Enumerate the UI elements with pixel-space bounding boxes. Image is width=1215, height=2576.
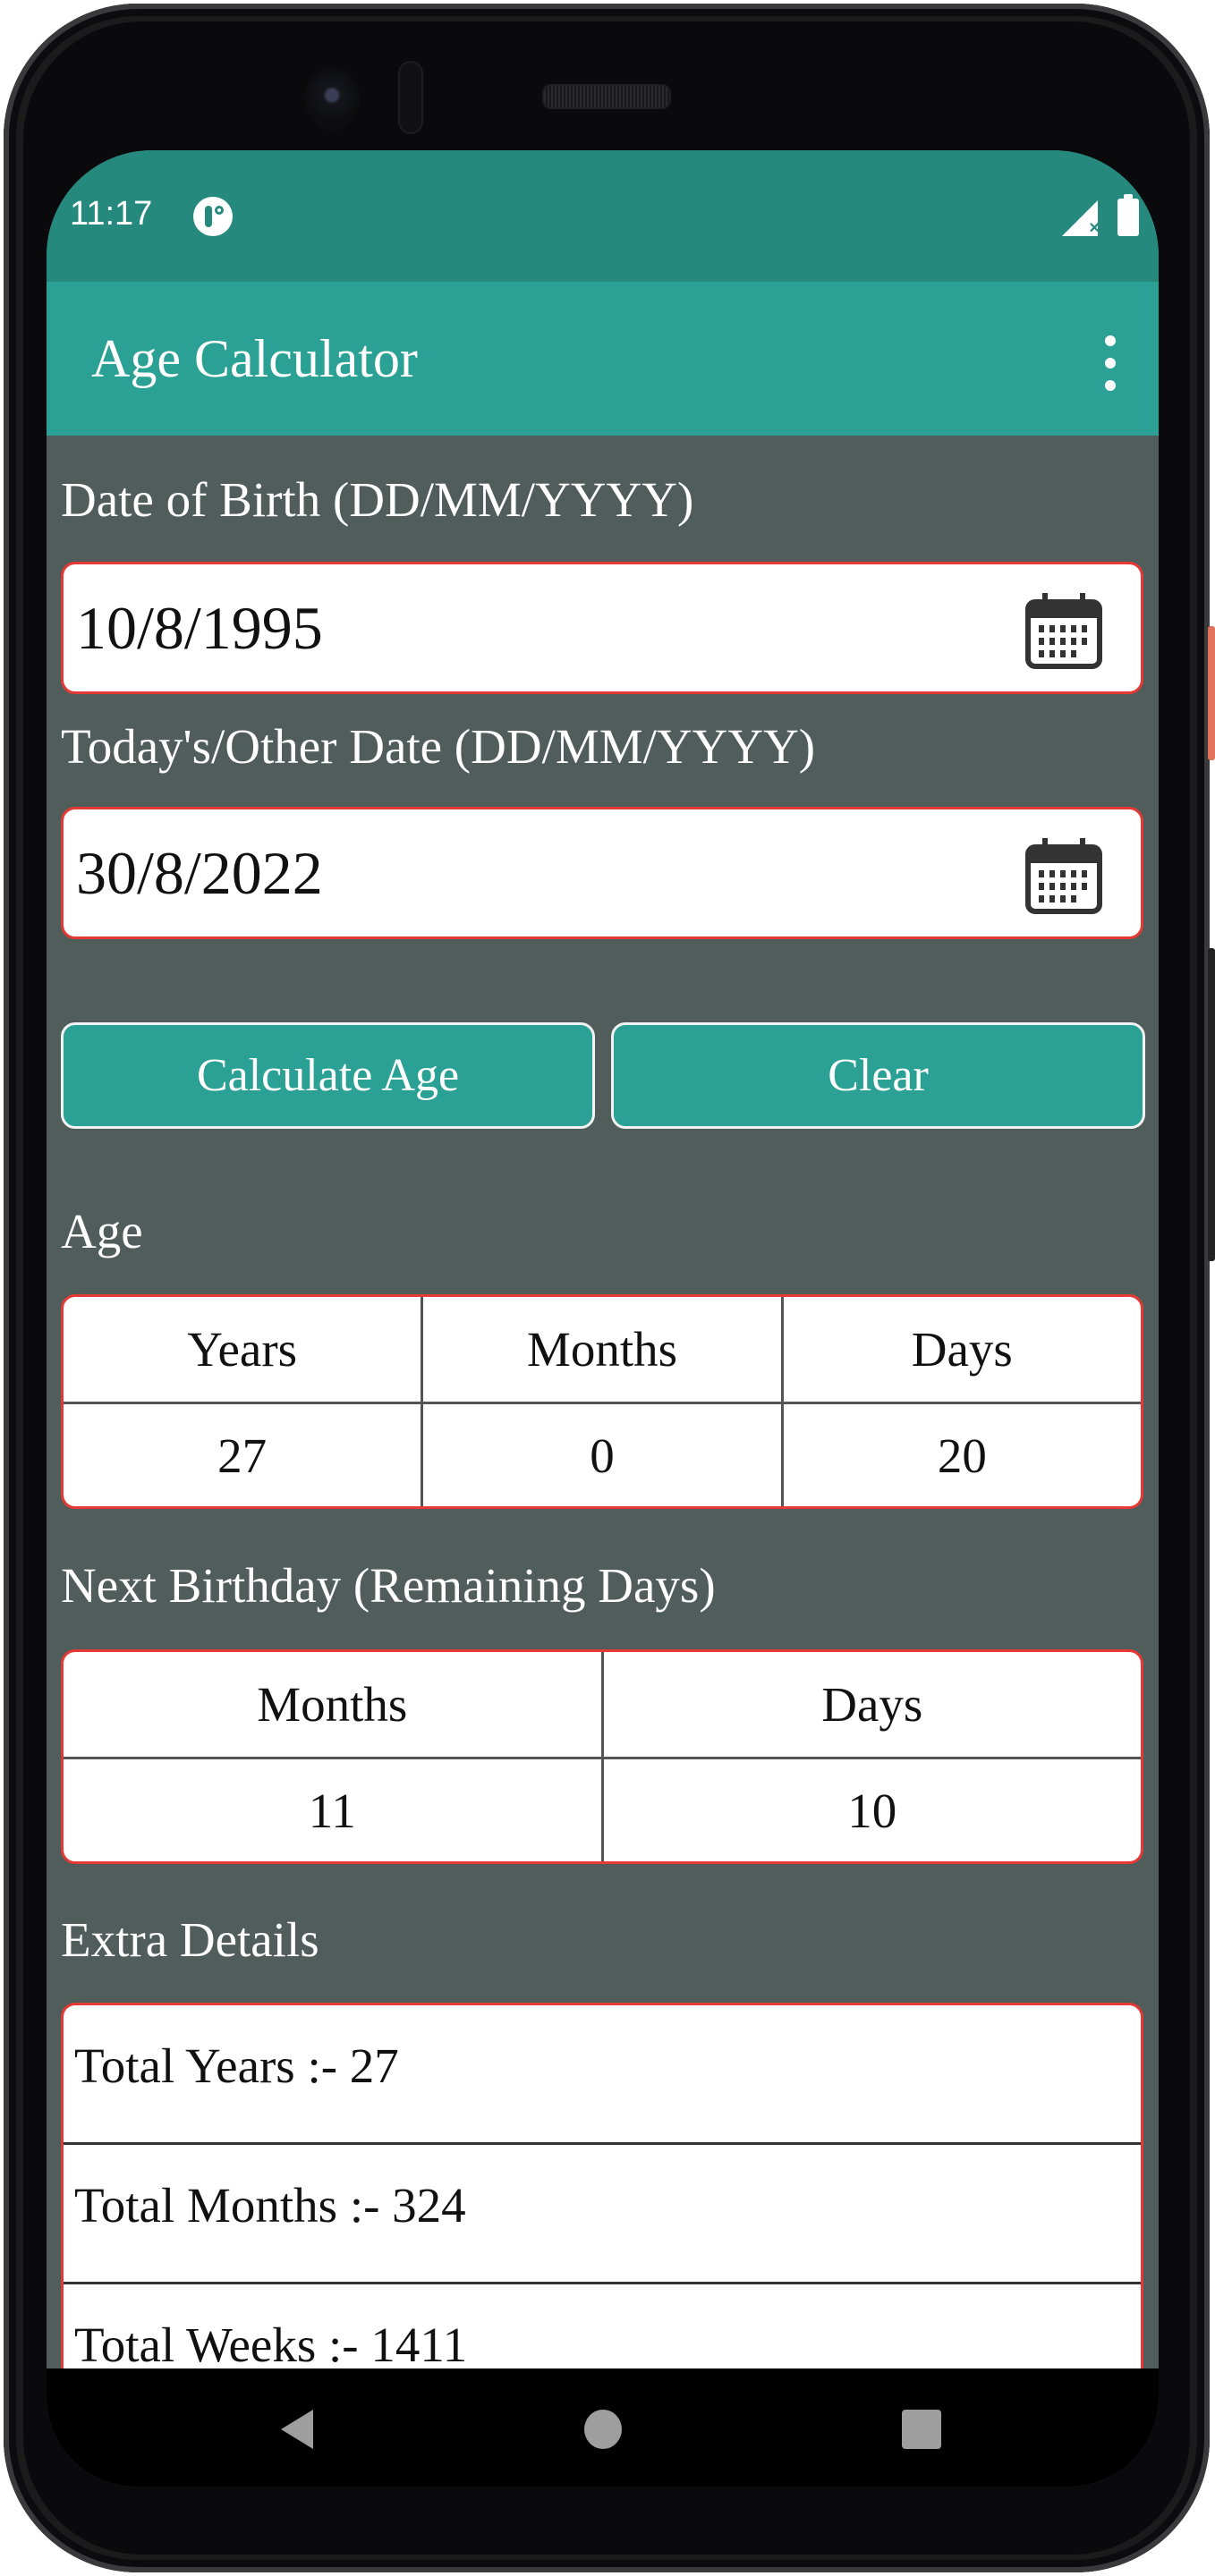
age-section-title: Age	[61, 1204, 143, 1258]
next-birthday-months-value: 11	[64, 1759, 604, 1861]
status-bar: 11:17 ×	[47, 150, 1159, 282]
next-birthday-header-row: Months Days	[64, 1652, 1141, 1757]
recents-icon[interactable]	[902, 2410, 941, 2449]
age-header-days: Days	[911, 1322, 1013, 1377]
age-days-value: 20	[937, 1428, 987, 1483]
dob-input[interactable]: 10/8/1995	[61, 562, 1143, 694]
app-bar: Age Calculator	[47, 282, 1159, 436]
app-title: Age Calculator	[91, 329, 418, 388]
next-birthday-title: Next Birthday (Remaining Days)	[61, 1558, 716, 1613]
no-service-x-icon: ×	[1089, 218, 1100, 238]
earpiece-speaker	[544, 86, 669, 107]
status-time: 11:17	[70, 195, 153, 233]
age-value-row: 27 0 20	[64, 1402, 1141, 1506]
calculate-age-button[interactable]: Calculate Age	[61, 1022, 595, 1129]
more-vert-icon[interactable]	[1101, 335, 1119, 391]
next-birthday-value-row: 11 10	[64, 1757, 1141, 1861]
app-notification-icon	[193, 197, 233, 236]
other-date-label: Today's/Other Date (DD/MM/YYYY)	[61, 719, 816, 774]
age-months-value: 0	[423, 1404, 784, 1506]
age-header-months: Months	[423, 1297, 784, 1402]
front-camera	[304, 66, 360, 131]
power-button	[1208, 626, 1215, 760]
home-icon[interactable]	[584, 2410, 622, 2449]
clear-button[interactable]: Clear	[611, 1022, 1145, 1129]
dob-value: 10/8/1995	[76, 594, 323, 662]
back-icon[interactable]	[281, 2410, 313, 2449]
next-birthday-table: Months Days 11 10	[61, 1649, 1143, 1864]
next-birthday-header-months: Months	[64, 1652, 604, 1757]
navigation-bar	[47, 2368, 1159, 2487]
volume-button	[1208, 948, 1215, 1261]
calendar-icon[interactable]	[1021, 588, 1107, 674]
extra-details-list: Total Years :- 27 Total Months :- 324 To…	[61, 2003, 1143, 2432]
age-header-row: Years Months Days	[64, 1297, 1141, 1402]
extra-details-title: Extra Details	[61, 1912, 319, 1967]
calendar-icon[interactable]	[1021, 833, 1107, 919]
list-item-total-years: Total Years :- 27	[64, 2005, 1141, 2145]
next-birthday-header-days: Days	[821, 1677, 923, 1732]
age-header-years: Years	[64, 1297, 424, 1402]
age-table: Years Months Days 27 0 20	[61, 1294, 1143, 1509]
next-birthday-days-value: 10	[847, 1783, 897, 1838]
battery-icon	[1117, 194, 1139, 236]
age-years-value: 27	[64, 1404, 424, 1506]
list-item-total-months: Total Months :- 324	[64, 2145, 1141, 2284]
other-date-value: 30/8/2022	[76, 839, 323, 907]
screen: 11:17 × Age Calculator Date of Birth (DD…	[47, 150, 1159, 2487]
dob-label: Date of Birth (DD/MM/YYYY)	[61, 472, 694, 527]
other-date-input[interactable]: 30/8/2022	[61, 807, 1143, 939]
proximity-sensor	[398, 61, 423, 134]
